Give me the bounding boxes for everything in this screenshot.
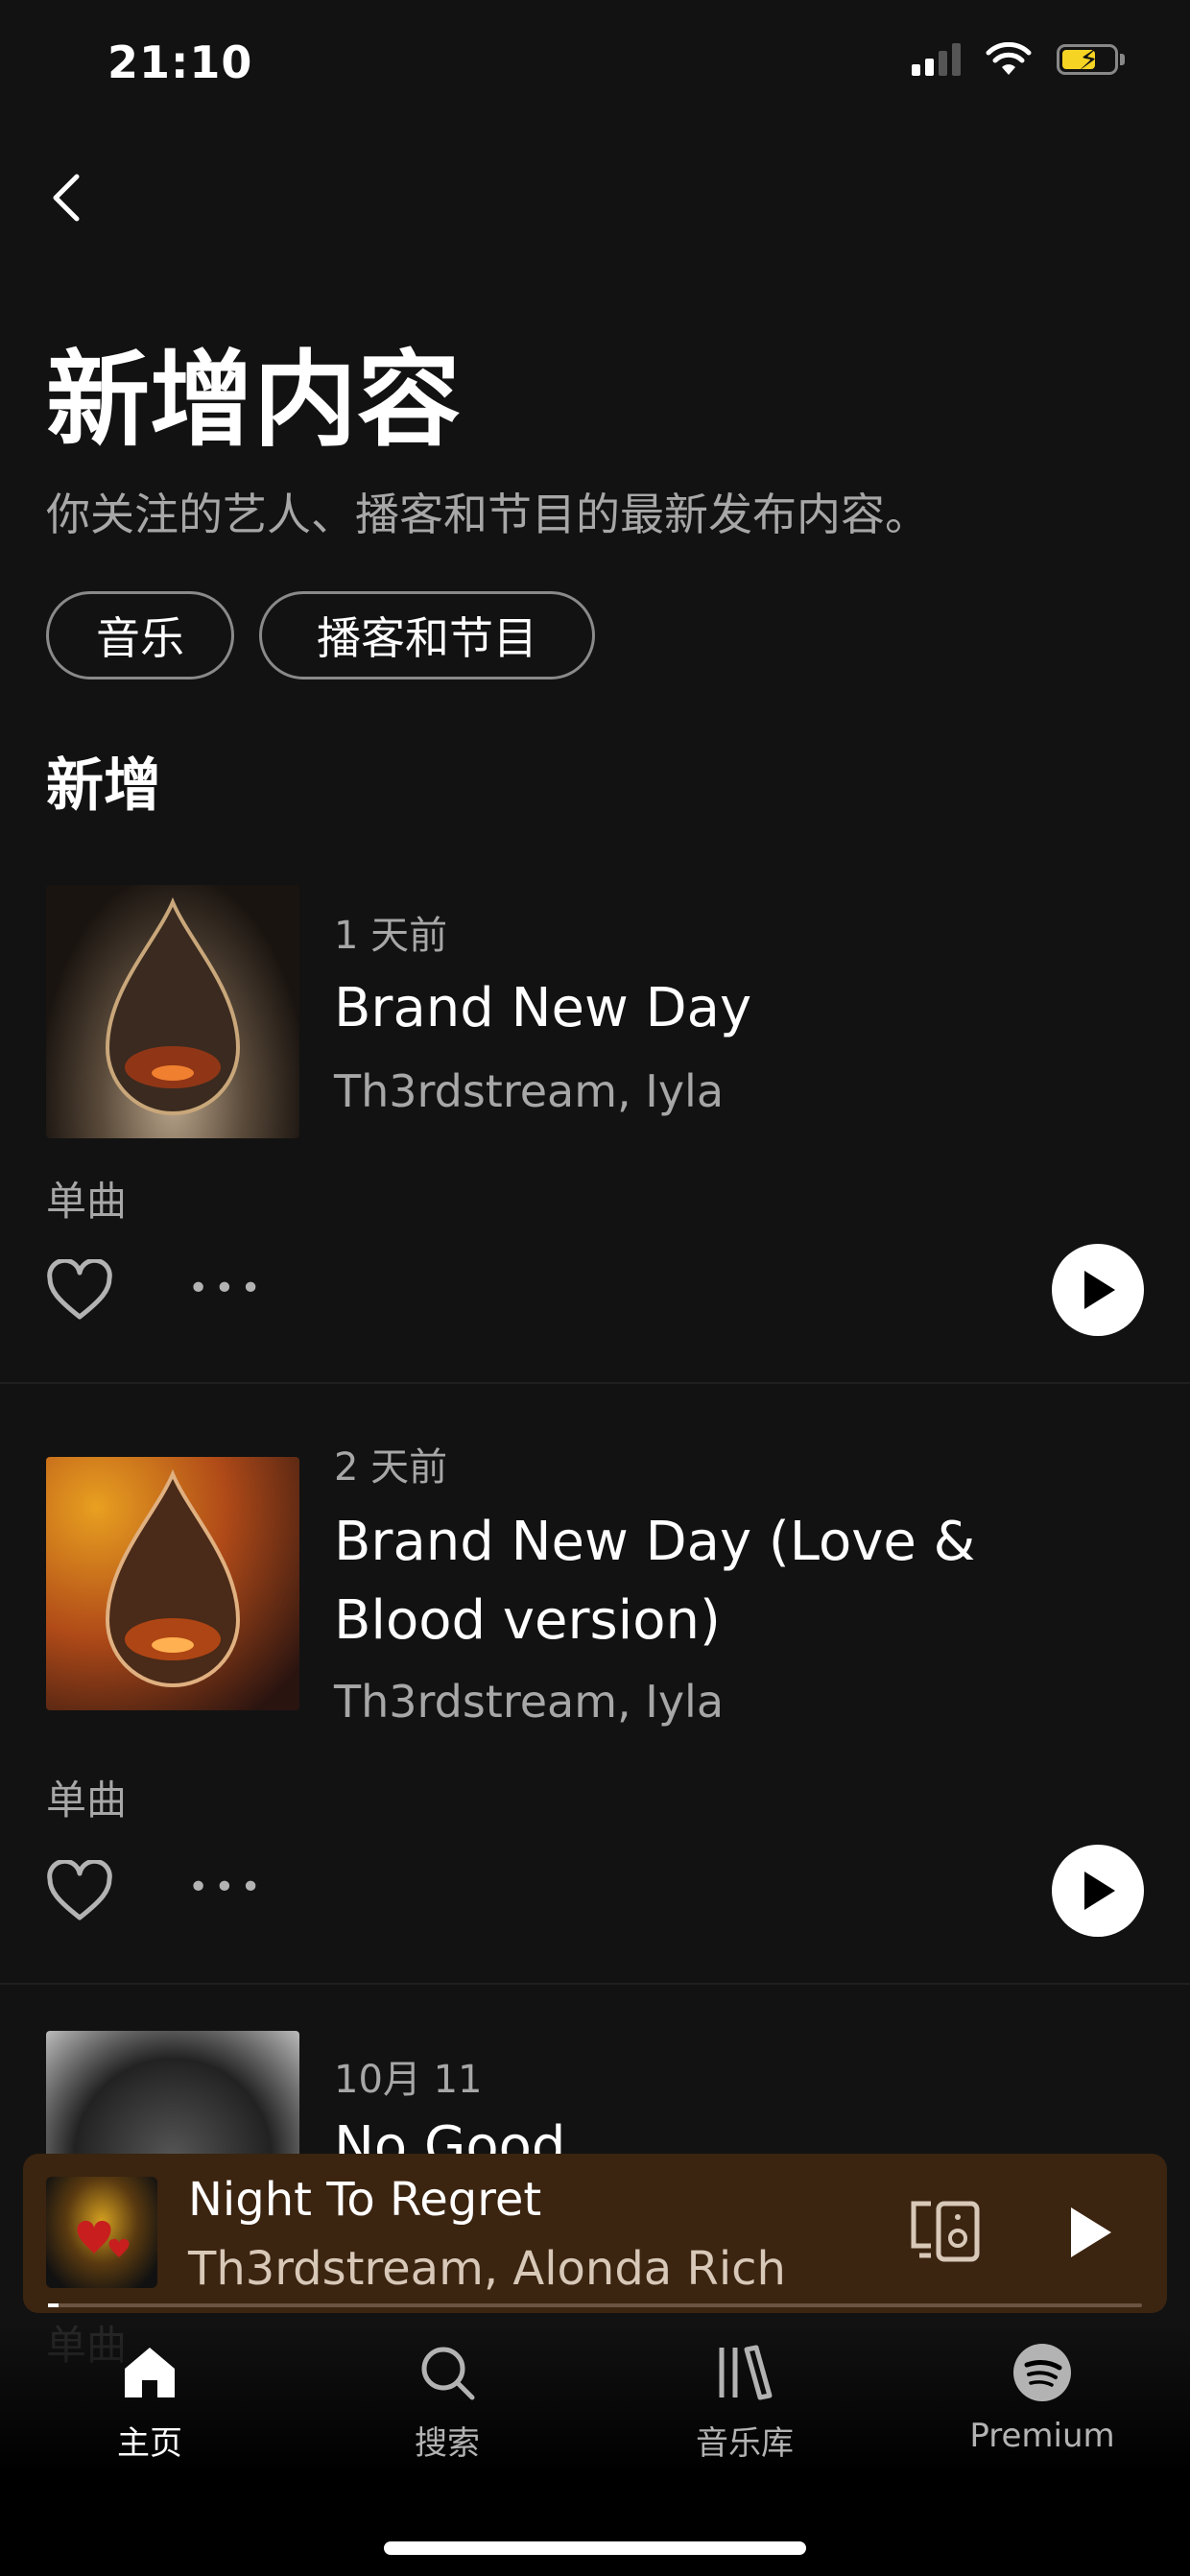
track-title[interactable]: Brand New Day (Love & Blood version)	[334, 1503, 1130, 1660]
play-icon	[1084, 1271, 1115, 1309]
tab-label: 音乐库	[696, 2424, 794, 2463]
album-art[interactable]	[46, 1457, 299, 1710]
tab-label: 主页	[117, 2424, 182, 2463]
track-artists[interactable]: Th3rdstream, Iyla	[334, 1065, 724, 1117]
play-button[interactable]	[1052, 1845, 1144, 1937]
spotify-icon	[1013, 2344, 1071, 2401]
heart-icon[interactable]	[46, 1259, 113, 1323]
home-icon	[125, 2348, 175, 2397]
filter-chip-music[interactable]: 音乐	[46, 591, 234, 680]
divider	[0, 1382, 1190, 1384]
mini-player-title[interactable]: Night To Regret	[188, 2173, 541, 2227]
mini-player-play-icon[interactable]	[1065, 2204, 1115, 2261]
connect-device-icon[interactable]	[910, 2200, 983, 2263]
tab-label: Premium	[969, 2417, 1115, 2455]
tab-library[interactable]: 音乐库	[639, 2342, 850, 2464]
filter-chip-podcasts[interactable]: 播客和节目	[259, 591, 595, 680]
release-date: 1 天前	[334, 914, 448, 958]
play-icon	[1084, 1872, 1115, 1910]
album-art-image	[105, 1468, 241, 1687]
tab-premium[interactable]: Premium	[937, 2342, 1148, 2455]
search-icon	[421, 2347, 475, 2400]
status-icons: ⚡	[912, 42, 1125, 77]
track-artists[interactable]: Th3rdstream, Iyla	[334, 1676, 724, 1728]
release-date: 2 天前	[334, 1445, 448, 1490]
album-art[interactable]	[46, 885, 299, 1138]
section-title: 新增	[46, 752, 161, 820]
track-title[interactable]: Brand New Day	[334, 969, 1130, 1048]
mini-player-art-image	[77, 2220, 130, 2257]
release-type: 单曲	[46, 1777, 128, 1824]
page-title: 新增内容	[46, 341, 462, 461]
cellular-signal-icon	[912, 43, 961, 76]
battery-icon: ⚡	[1057, 43, 1125, 77]
mini-player-art	[46, 2177, 157, 2288]
album-art-image	[105, 896, 241, 1115]
tab-home[interactable]: 主页	[44, 2342, 255, 2464]
tab-label: 搜索	[415, 2424, 480, 2463]
mini-player-artist[interactable]: Th3rdstream, Alonda Rich	[188, 2242, 786, 2296]
release-type: 单曲	[46, 1178, 128, 1225]
divider	[0, 1983, 1190, 1985]
library-icon	[719, 2345, 773, 2400]
page-subtitle: 你关注的艺人、播客和节目的最新发布内容。	[46, 489, 929, 540]
heart-icon[interactable]	[46, 1860, 113, 1923]
mini-player[interactable]: Night To Regret Th3rdstream, Alonda Rich	[23, 2154, 1167, 2313]
tab-search[interactable]: 搜索	[342, 2342, 553, 2464]
back-icon[interactable]	[48, 171, 86, 225]
mini-player-progress	[48, 2303, 1142, 2307]
status-time: 21:10	[107, 36, 253, 88]
more-options-icon[interactable]: •••	[188, 1269, 267, 1308]
wifi-icon	[986, 42, 1032, 75]
more-options-icon[interactable]: •••	[188, 1868, 267, 1907]
home-indicator	[384, 2541, 806, 2555]
release-date: 10月 11	[334, 2058, 483, 2102]
play-button[interactable]	[1052, 1244, 1144, 1336]
